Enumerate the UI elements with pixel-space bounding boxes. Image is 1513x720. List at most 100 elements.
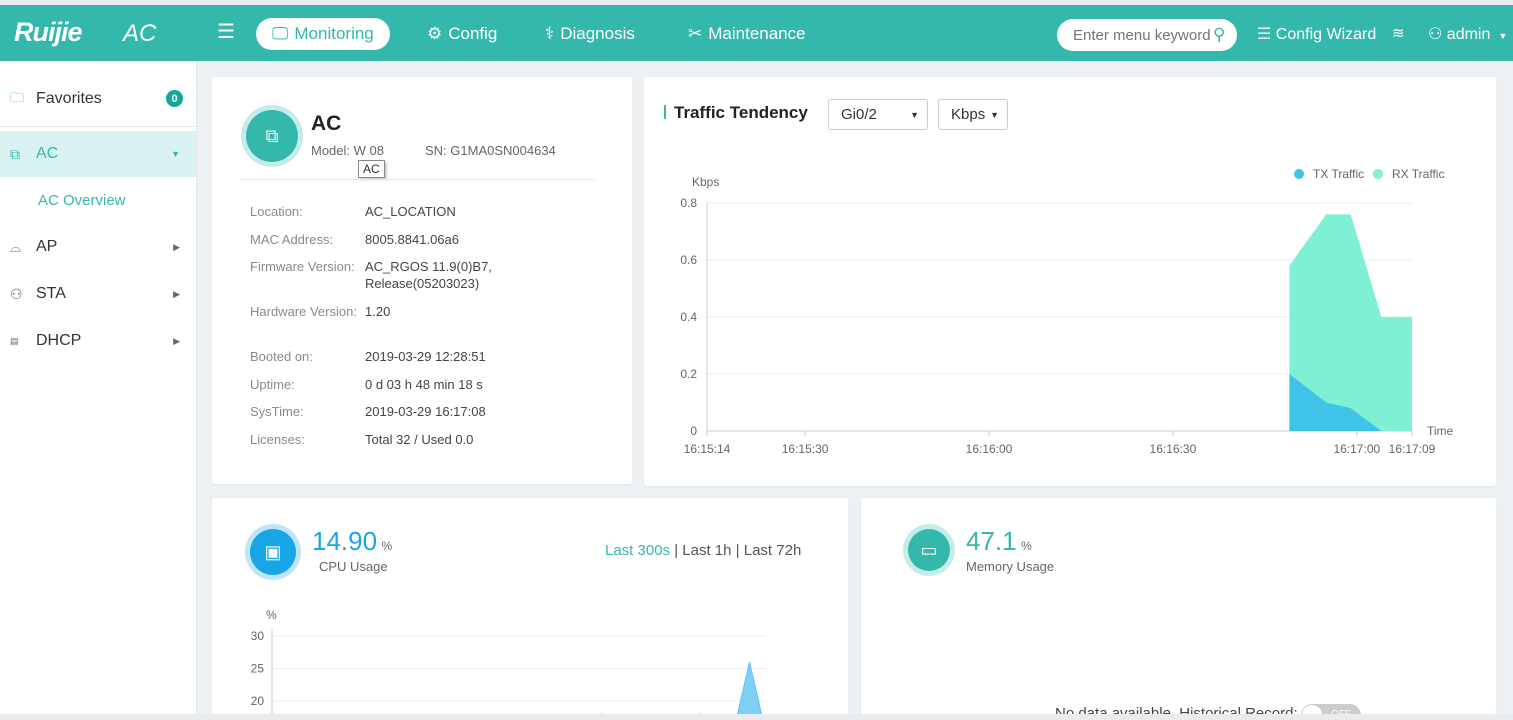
- top-navbar: Ruijie AC ☰ 🖵 Monitoring ⚙ Config ⚕ Diagnos…: [0, 5, 1513, 61]
- y-tick-label: 0: [690, 424, 697, 438]
- user-icon: ⚇: [1428, 26, 1447, 43]
- info-key: SysTime:: [250, 404, 304, 419]
- y-axis-label: Kbps: [692, 175, 719, 189]
- x-tick-label: 16:16:00: [966, 442, 1013, 456]
- x-tick-label: 16:15:30: [782, 442, 829, 456]
- layers-icon[interactable]: ≋: [1392, 24, 1405, 42]
- y-axis-label: %: [266, 608, 277, 622]
- device-name: AC: [311, 112, 342, 135]
- info-value: Total 32 / Used 0.0: [365, 432, 474, 447]
- divider: [240, 179, 595, 180]
- info-value: 0 d 03 h 48 min 18 s: [365, 377, 483, 392]
- info-key: Firmware Version:: [250, 259, 355, 274]
- info-key: Location:: [250, 204, 303, 219]
- monitor-icon: 🖵: [272, 24, 289, 43]
- stethoscope-icon: ⚕: [545, 24, 555, 43]
- dhcp-icon: ▤: [10, 335, 19, 346]
- cpu-series-area: [595, 661, 764, 720]
- info-key: Booted on:: [250, 349, 313, 364]
- ruijie-logo: Ruijie: [14, 17, 83, 47]
- x-tick-label: 16:17:00: [1333, 442, 1380, 456]
- info-key: Uptime:: [250, 377, 295, 392]
- folder-star-icon: 🗀: [10, 88, 24, 105]
- window-bottom-strip: [0, 714, 1513, 720]
- device-sn: SN: G1MA0SN004634: [425, 143, 556, 158]
- traffic-tendency-card: Traffic Tendency Gi0/2 ▼ Kbps ▼ 0 0.2 0.4 0.6…: [644, 77, 1496, 486]
- x-tick-label: 16:17:09: [1389, 442, 1436, 456]
- memory-label: Memory Usage: [966, 559, 1055, 574]
- info-row: MAC Address: 8005.8841.06a6: [250, 231, 515, 248]
- sidebar: 🗀 Favorites 0 ⧉ AC ▼ AC Overview ⌓ AP ▶ ⚇ S…: [0, 61, 197, 720]
- sidebar-item-ac-overview[interactable]: AC Overview: [0, 177, 196, 223]
- x-tick-label: 16:15:14: [684, 442, 731, 456]
- ac-device-icon: ⧉: [246, 110, 298, 162]
- cpu-chart: % 20 25 30: [251, 608, 766, 720]
- info-row: Hardware Version: 1.20: [250, 303, 515, 320]
- menu-collapse-icon[interactable]: ☰: [217, 19, 235, 44]
- sidebar-favorites[interactable]: 🗀 Favorites 0: [0, 71, 196, 127]
- sliders-icon: ☰: [1257, 26, 1276, 43]
- y-tick-label: 0.2: [680, 367, 697, 381]
- info-row: SysTime: 2019-03-29 16:17:08: [250, 403, 515, 420]
- menu-search: ⚲: [1057, 19, 1237, 51]
- info-value: 2019-03-29 12:28:51: [365, 349, 486, 364]
- cpu-usage-card: ▣ 14.90 % CPU Usage Last 300s | Last 1h …: [212, 498, 848, 720]
- info-row: Booted on: 2019-03-29 12:28:51: [250, 348, 515, 365]
- info-value: 2019-03-29 16:17:08: [365, 404, 486, 419]
- info-value: 8005.8841.06a6: [365, 232, 459, 247]
- legend-marker: [1373, 169, 1383, 179]
- device-model: Model: W 08: [311, 143, 384, 158]
- y-tick-label: 30: [251, 629, 265, 643]
- tools-icon: ✂: [688, 24, 703, 43]
- info-value: 1.20: [365, 304, 391, 319]
- legend-marker: [1294, 169, 1304, 179]
- y-tick-label: 0.6: [680, 253, 697, 267]
- chevron-right-icon: ▶: [173, 288, 180, 299]
- chevron-down-icon: ▼: [1498, 31, 1508, 41]
- info-row: Uptime: 0 d 03 h 48 min 18 s: [250, 376, 515, 393]
- sidebar-item-ap[interactable]: ⌓ AP ▶: [0, 224, 196, 270]
- memory-usage-card: ▭ 47.1 % Memory Usage No data available.…: [861, 498, 1496, 720]
- info-value: AC_LOCATION: [365, 204, 456, 219]
- ac-device-icon: ⧉: [10, 145, 20, 162]
- product-name: AC: [123, 20, 157, 47]
- x-tick-label: 16:16:30: [1150, 442, 1197, 456]
- sidebar-item-ac[interactable]: ⧉ AC ▼: [0, 131, 196, 177]
- legend-label: TX Traffic: [1313, 167, 1364, 181]
- nav-diagnosis[interactable]: ⚕ Diagnosis: [529, 18, 651, 50]
- favorites-count-badge: 0: [166, 90, 183, 107]
- memory-icon: ▭: [908, 529, 950, 571]
- sidebar-item-dhcp[interactable]: ▤ DHCP ▶: [0, 318, 196, 364]
- info-row: Firmware Version: AC_RGOS 11.9(0)B7, Rele…: [250, 258, 515, 292]
- chevron-right-icon: ▶: [173, 335, 180, 346]
- tooltip: AC: [358, 160, 385, 178]
- info-key: Hardware Version:: [250, 304, 357, 319]
- user-icon: ⚇: [10, 285, 23, 302]
- y-tick-label: 0.4: [680, 310, 697, 324]
- memory-value: 47.1 %: [966, 526, 1032, 556]
- menu-search-input[interactable]: [1073, 26, 1213, 44]
- info-key: Licenses:: [250, 432, 305, 447]
- info-value: AC_RGOS 11.9(0)B7, Release(05203023): [365, 259, 492, 291]
- gear-icon: ⚙: [427, 24, 443, 43]
- traffic-chart: 0 0.2 0.4 0.6 0.8 Kbps Time 16:15:14 16:15:30 16:…: [680, 167, 1454, 456]
- sidebar-item-sta[interactable]: ⚇ STA ▶: [0, 271, 196, 317]
- nav-monitoring[interactable]: 🖵 Monitoring: [256, 18, 390, 50]
- search-icon[interactable]: ⚲: [1213, 25, 1225, 45]
- y-tick-label: 25: [251, 662, 265, 676]
- y-tick-label: 0.8: [680, 196, 697, 210]
- chevron-down-icon: ▼: [171, 149, 180, 159]
- chevron-right-icon: ▶: [173, 241, 180, 252]
- info-row: Licenses: Total 32 / Used 0.0: [250, 431, 515, 448]
- nav-config[interactable]: ⚙ Config: [411, 18, 513, 50]
- device-info-card: ⧉ AC Model: W 08 AC SN: G1MA0SN004634 Lo…: [212, 77, 632, 484]
- x-axis-label: Time: [1427, 424, 1454, 438]
- y-tick-label: 20: [251, 694, 265, 708]
- info-key: MAC Address:: [250, 232, 334, 247]
- router-icon: ⌓: [10, 238, 22, 255]
- user-menu[interactable]: ⚇ admin ▼: [1428, 24, 1507, 44]
- legend-label: RX Traffic: [1392, 167, 1444, 181]
- nav-maintenance[interactable]: ✂ Maintenance: [672, 18, 822, 50]
- info-row: Location: AC_LOCATION: [250, 203, 515, 220]
- config-wizard-button[interactable]: ☰ Config Wizard: [1257, 24, 1376, 44]
